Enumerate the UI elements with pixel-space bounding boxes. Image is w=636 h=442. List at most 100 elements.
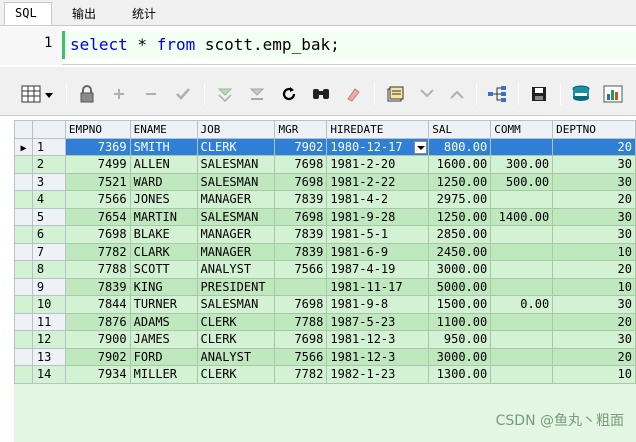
chart-icon[interactable] — [602, 83, 624, 105]
job-cell[interactable]: ANALYST — [196, 260, 276, 279]
mgr-cell[interactable]: 7839 — [274, 225, 328, 244]
sal-cell[interactable]: 950.00 — [428, 330, 492, 349]
sal-cell[interactable]: 1600.00 — [428, 155, 492, 174]
find-icon[interactable] — [310, 83, 332, 105]
ename-cell[interactable]: KING — [129, 277, 198, 296]
column-header-deptno[interactable]: DEPTNO — [552, 120, 636, 139]
link-icon[interactable] — [486, 83, 508, 105]
table-row[interactable]: ▶ 1 7369 SMITH CLERK 7902 1980-12-17 800.00 20 — [14, 137, 636, 156]
tab-sql[interactable]: SQL — [4, 2, 52, 25]
save-icon[interactable] — [528, 83, 550, 105]
mgr-cell[interactable]: 7698 — [274, 330, 328, 349]
job-cell[interactable]: ANALYST — [196, 347, 276, 366]
deptno-cell[interactable]: 20 — [552, 190, 636, 209]
mgr-cell[interactable]: 7566 — [274, 260, 328, 279]
nav-down-icon[interactable] — [416, 83, 438, 105]
delete-record-icon[interactable] — [140, 83, 162, 105]
job-cell[interactable]: CLERK — [196, 365, 276, 384]
comm-cell[interactable] — [490, 190, 554, 209]
deptno-cell[interactable]: 20 — [552, 347, 636, 366]
empno-cell[interactable]: 7521 — [64, 172, 131, 191]
hiredate-cell[interactable]: 1980-12-17 — [326, 137, 430, 156]
ename-cell[interactable]: JONES — [129, 190, 198, 209]
row-indicator[interactable] — [14, 347, 33, 366]
hiredate-cell[interactable]: 1981-6-9 — [326, 242, 430, 261]
job-cell[interactable]: MANAGER — [196, 190, 276, 209]
hiredate-cell[interactable]: 1987-4-19 — [326, 260, 430, 279]
mgr-cell[interactable] — [274, 277, 328, 296]
lock-icon[interactable] — [76, 83, 98, 105]
empno-cell[interactable]: 7788 — [64, 260, 131, 279]
deptno-cell[interactable]: 20 — [552, 137, 636, 156]
mgr-cell[interactable]: 7782 — [274, 365, 328, 384]
query-by-example-icon[interactable] — [214, 83, 236, 105]
empno-cell[interactable]: 7902 — [64, 347, 131, 366]
ename-cell[interactable]: SMITH — [129, 137, 198, 156]
tab-statistics[interactable]: 统计 — [122, 2, 172, 25]
sal-cell[interactable]: 3000.00 — [428, 347, 492, 366]
comm-cell[interactable] — [490, 347, 554, 366]
code-line[interactable]: select * from scott.emp_bak; — [62, 31, 636, 59]
deptno-cell[interactable]: 30 — [552, 295, 636, 314]
row-indicator[interactable] — [14, 242, 33, 261]
comm-cell[interactable]: 0.00 — [490, 295, 554, 314]
row-indicator[interactable] — [14, 207, 33, 226]
table-row[interactable]: 14 7934 MILLER CLERK 7782 1982-1-23 1300.00 10 — [14, 365, 636, 384]
deptno-cell[interactable]: 20 — [552, 260, 636, 279]
hiredate-cell[interactable]: 1981-5-1 — [326, 225, 430, 244]
deptno-cell[interactable]: 10 — [552, 365, 636, 384]
deptno-cell[interactable]: 30 — [552, 330, 636, 349]
ename-cell[interactable]: CLARK — [129, 242, 198, 261]
sal-cell[interactable]: 800.00 — [428, 137, 492, 156]
job-cell[interactable]: CLERK — [196, 330, 276, 349]
sal-cell[interactable]: 3000.00 — [428, 260, 492, 279]
deptno-cell[interactable]: 20 — [552, 312, 636, 331]
deptno-cell[interactable]: 30 — [552, 155, 636, 174]
comm-cell[interactable] — [490, 277, 554, 296]
row-indicator[interactable] — [14, 330, 33, 349]
mgr-cell[interactable]: 7839 — [274, 242, 328, 261]
deptno-cell[interactable]: 10 — [552, 277, 636, 296]
column-header-sal[interactable]: SAL — [428, 120, 492, 139]
post-changes-icon[interactable] — [172, 83, 194, 105]
table-row[interactable]: 4 7566 JONES MANAGER 7839 1981-4-2 2975.00 20 — [14, 190, 636, 209]
row-indicator[interactable] — [14, 155, 33, 174]
row-indicator[interactable]: ▶ — [14, 137, 33, 156]
row-indicator[interactable] — [14, 190, 33, 209]
sal-cell[interactable]: 1100.00 — [428, 312, 492, 331]
column-header-ename[interactable]: ENAME — [129, 120, 198, 139]
comm-cell[interactable] — [490, 260, 554, 279]
column-header-hiredate[interactable]: HIREDATE — [326, 120, 430, 139]
row-indicator[interactable] — [14, 312, 33, 331]
tab-output[interactable]: 输出 — [62, 2, 112, 25]
comm-cell[interactable] — [490, 242, 554, 261]
row-indicator[interactable] — [14, 277, 33, 296]
clear-qbe-icon[interactable] — [246, 83, 268, 105]
sal-cell[interactable]: 5000.00 — [428, 277, 492, 296]
comm-cell[interactable]: 300.00 — [490, 155, 554, 174]
sal-cell[interactable]: 1300.00 — [428, 365, 492, 384]
column-header-job[interactable]: JOB — [196, 120, 276, 139]
hiredate-cell[interactable]: 1981-4-2 — [326, 190, 430, 209]
hiredate-cell[interactable]: 1981-12-3 — [326, 347, 430, 366]
mgr-cell[interactable]: 7698 — [274, 295, 328, 314]
row-indicator[interactable] — [14, 295, 33, 314]
comm-cell[interactable] — [490, 225, 554, 244]
sal-cell[interactable]: 1250.00 — [428, 207, 492, 226]
ename-cell[interactable]: WARD — [129, 172, 198, 191]
export-icon[interactable] — [570, 83, 592, 105]
empno-cell[interactable]: 7654 — [64, 207, 131, 226]
comm-cell[interactable] — [490, 312, 554, 331]
ename-cell[interactable]: TURNER — [129, 295, 198, 314]
empno-cell[interactable]: 7934 — [64, 365, 131, 384]
ename-cell[interactable]: ALLEN — [129, 155, 198, 174]
deptno-cell[interactable]: 30 — [552, 207, 636, 226]
hiredate-cell[interactable]: 1981-12-3 — [326, 330, 430, 349]
table-row[interactable]: 3 7521 WARD SALESMAN 7698 1981-2-22 1250.00 500… — [14, 172, 636, 191]
column-header-empno[interactable]: EMPNO — [64, 120, 131, 139]
table-row[interactable]: 2 7499 ALLEN SALESMAN 7698 1981-2-20 1600.00 30… — [14, 155, 636, 174]
job-cell[interactable]: PRESIDENT — [196, 277, 276, 296]
ename-cell[interactable]: MARTIN — [129, 207, 198, 226]
deptno-cell[interactable]: 30 — [552, 225, 636, 244]
ename-cell[interactable]: JAMES — [129, 330, 198, 349]
